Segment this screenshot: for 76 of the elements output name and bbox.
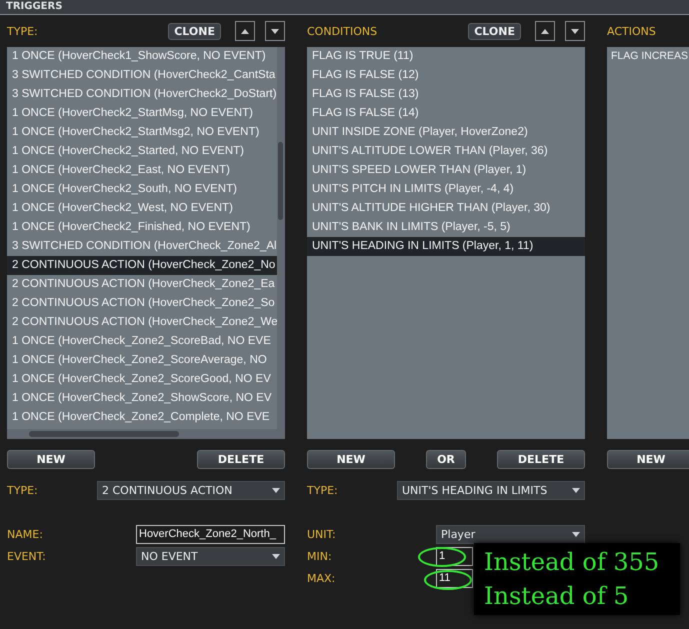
list-item[interactable]: 1 ONCE (HoverCheck_Zone2_ScoreGood, NO EV bbox=[7, 370, 277, 389]
list-item[interactable]: UNIT'S PITCH IN LIMITS (Player, -4, 4) bbox=[307, 180, 585, 199]
list-item[interactable]: FLAG IS FALSE (12) bbox=[307, 66, 585, 85]
field-label: UNIT: bbox=[307, 528, 337, 540]
highlight-ellipse bbox=[418, 547, 466, 567]
action-button[interactable]: OR bbox=[426, 450, 466, 469]
dropdown[interactable]: 2 CONTINUOUS ACTION bbox=[97, 480, 285, 500]
action-button[interactable]: NEW bbox=[7, 450, 95, 469]
move-down-button[interactable] bbox=[265, 21, 285, 41]
up-triangle-icon bbox=[541, 28, 549, 34]
up-triangle-icon bbox=[241, 28, 249, 34]
scrollbar-thumb[interactable] bbox=[278, 142, 283, 220]
list-item[interactable]: 2 CONTINUOUS ACTION (HoverCheck_Zone2_So bbox=[7, 294, 277, 313]
list-item[interactable]: 1 ONCE (HoverCheck1_ShowScore, NO EVENT) bbox=[7, 47, 277, 66]
list-item[interactable]: 2 CONTINUOUS ACTION (HoverCheck_Zone2_No bbox=[7, 256, 277, 275]
list-item[interactable]: FLAG IS FALSE (13) bbox=[307, 85, 585, 104]
list-item[interactable]: 1 ONCE (HoverCheck_Zone2_Complete, NO EVE bbox=[7, 408, 277, 427]
list-item[interactable]: 2 CONTINUOUS ACTION (HoverCheck_Zone2_Ea bbox=[7, 275, 277, 294]
list-item[interactable]: 1 ONCE (HoverCheck_Zone2_ShowScore, NO EV bbox=[7, 389, 277, 408]
list-item[interactable]: FLAG IS TRUE (11) bbox=[307, 47, 585, 66]
action-button[interactable]: DELETE bbox=[197, 450, 285, 469]
list-item[interactable]: 1 ONCE (HoverCheck_Zone2_ScoreAverage, NO bbox=[7, 351, 277, 370]
action-button[interactable]: DELETE bbox=[497, 450, 585, 469]
annotation-text: Instead of 5 bbox=[484, 581, 630, 612]
field-label: MIN: bbox=[307, 550, 333, 562]
down-triangle-icon bbox=[271, 28, 279, 34]
list-item[interactable]: 1 ONCE (HoverCheck2_South, NO EVENT) bbox=[7, 180, 277, 199]
input-field[interactable]: HoverCheck_Zone2_North_ bbox=[136, 524, 285, 544]
list-item[interactable]: UNIT'S BANK IN LIMITS (Player, -5, 5) bbox=[307, 218, 585, 237]
list-item[interactable]: 3 SWITCHED CONDITION (HoverCheck_Zone2_Al bbox=[7, 237, 277, 256]
dropdown[interactable]: UNIT'S HEADING IN LIMITS bbox=[397, 480, 585, 500]
move-down-button[interactable] bbox=[565, 21, 585, 41]
list-item[interactable]: FLAG IS FALSE (14) bbox=[307, 104, 585, 123]
list-item[interactable]: FLAG INCREAS bbox=[607, 47, 689, 66]
down-triangle-icon bbox=[571, 28, 579, 34]
dropdown[interactable]: NO EVENT bbox=[136, 546, 285, 566]
caret-icon bbox=[572, 532, 580, 536]
list-item[interactable]: 1 ONCE (HoverCheck2_East, NO EVENT) bbox=[7, 161, 277, 180]
move-up-button[interactable] bbox=[535, 21, 555, 41]
window-title: TRIGGERS bbox=[6, 1, 62, 13]
vertical-scrollbar[interactable] bbox=[277, 47, 285, 439]
clone-button[interactable]: CLONE bbox=[168, 22, 221, 40]
list-item[interactable]: UNIT INSIDE ZONE (Player, HoverZone2) bbox=[307, 123, 585, 142]
list-item[interactable]: 2 CONTINUOUS ACTION (HoverCheck_Zone2_We bbox=[7, 313, 277, 332]
caret-icon bbox=[272, 488, 280, 492]
action-button[interactable]: NEW bbox=[607, 450, 689, 469]
list-item[interactable]: UNIT'S HEADING IN LIMITS (Player, 1, 11) bbox=[307, 237, 585, 256]
list-item[interactable]: UNIT'S SPEED LOWER THAN (Player, 1) bbox=[307, 161, 585, 180]
field-label: EVENT: bbox=[7, 550, 47, 562]
scrollbar-thumb[interactable] bbox=[29, 431, 179, 437]
list-item[interactable]: UNIT'S ALTITUDE HIGHER THAN (Player, 30) bbox=[307, 199, 585, 218]
field-label: TYPE: bbox=[7, 484, 39, 496]
list-item[interactable]: 3 SWITCHED CONDITION (HoverCheck2_CantSta bbox=[7, 66, 277, 85]
field-label: TYPE: bbox=[307, 484, 339, 496]
caret-icon bbox=[272, 554, 280, 558]
list-item[interactable]: 1 ONCE (HoverCheck2_StartMsg2, NO EVENT) bbox=[7, 123, 277, 142]
horizontal-scrollbar[interactable] bbox=[7, 429, 277, 439]
dropdown[interactable]: Player bbox=[436, 524, 585, 544]
clone-button[interactable]: CLONE bbox=[468, 22, 521, 40]
move-up-button[interactable] bbox=[235, 21, 255, 41]
section-label: ACTIONS bbox=[607, 24, 657, 38]
list-item[interactable]: 3 SWITCHED CONDITION (HoverCheck2_DoStart) bbox=[7, 85, 277, 104]
section-label: TYPE: bbox=[7, 24, 39, 38]
action-button[interactable]: NEW bbox=[307, 450, 395, 469]
section-label: CONDITIONS bbox=[307, 24, 378, 38]
field-label: NAME: bbox=[7, 528, 44, 540]
list-item[interactable]: UNIT'S ALTITUDE LOWER THAN (Player, 36) bbox=[307, 142, 585, 161]
field-label: MAX: bbox=[307, 572, 336, 584]
caret-icon bbox=[572, 488, 580, 492]
list-item[interactable]: 1 ONCE (HoverCheck_Zone2_ScoreBad, NO EVE bbox=[7, 332, 277, 351]
list-item[interactable]: 1 ONCE (HoverCheck2_West, NO EVENT) bbox=[7, 199, 277, 218]
highlight-ellipse bbox=[424, 570, 472, 590]
list-item[interactable]: 1 ONCE (HoverCheck2_StartMsg, NO EVENT) bbox=[7, 104, 277, 123]
annotation-text: Instead of 355 bbox=[484, 547, 660, 578]
list-item[interactable]: 1 ONCE (HoverCheck2_Finished, NO EVENT) bbox=[7, 218, 277, 237]
list-item[interactable]: 1 ONCE (HoverCheck2_Started, NO EVENT) bbox=[7, 142, 277, 161]
